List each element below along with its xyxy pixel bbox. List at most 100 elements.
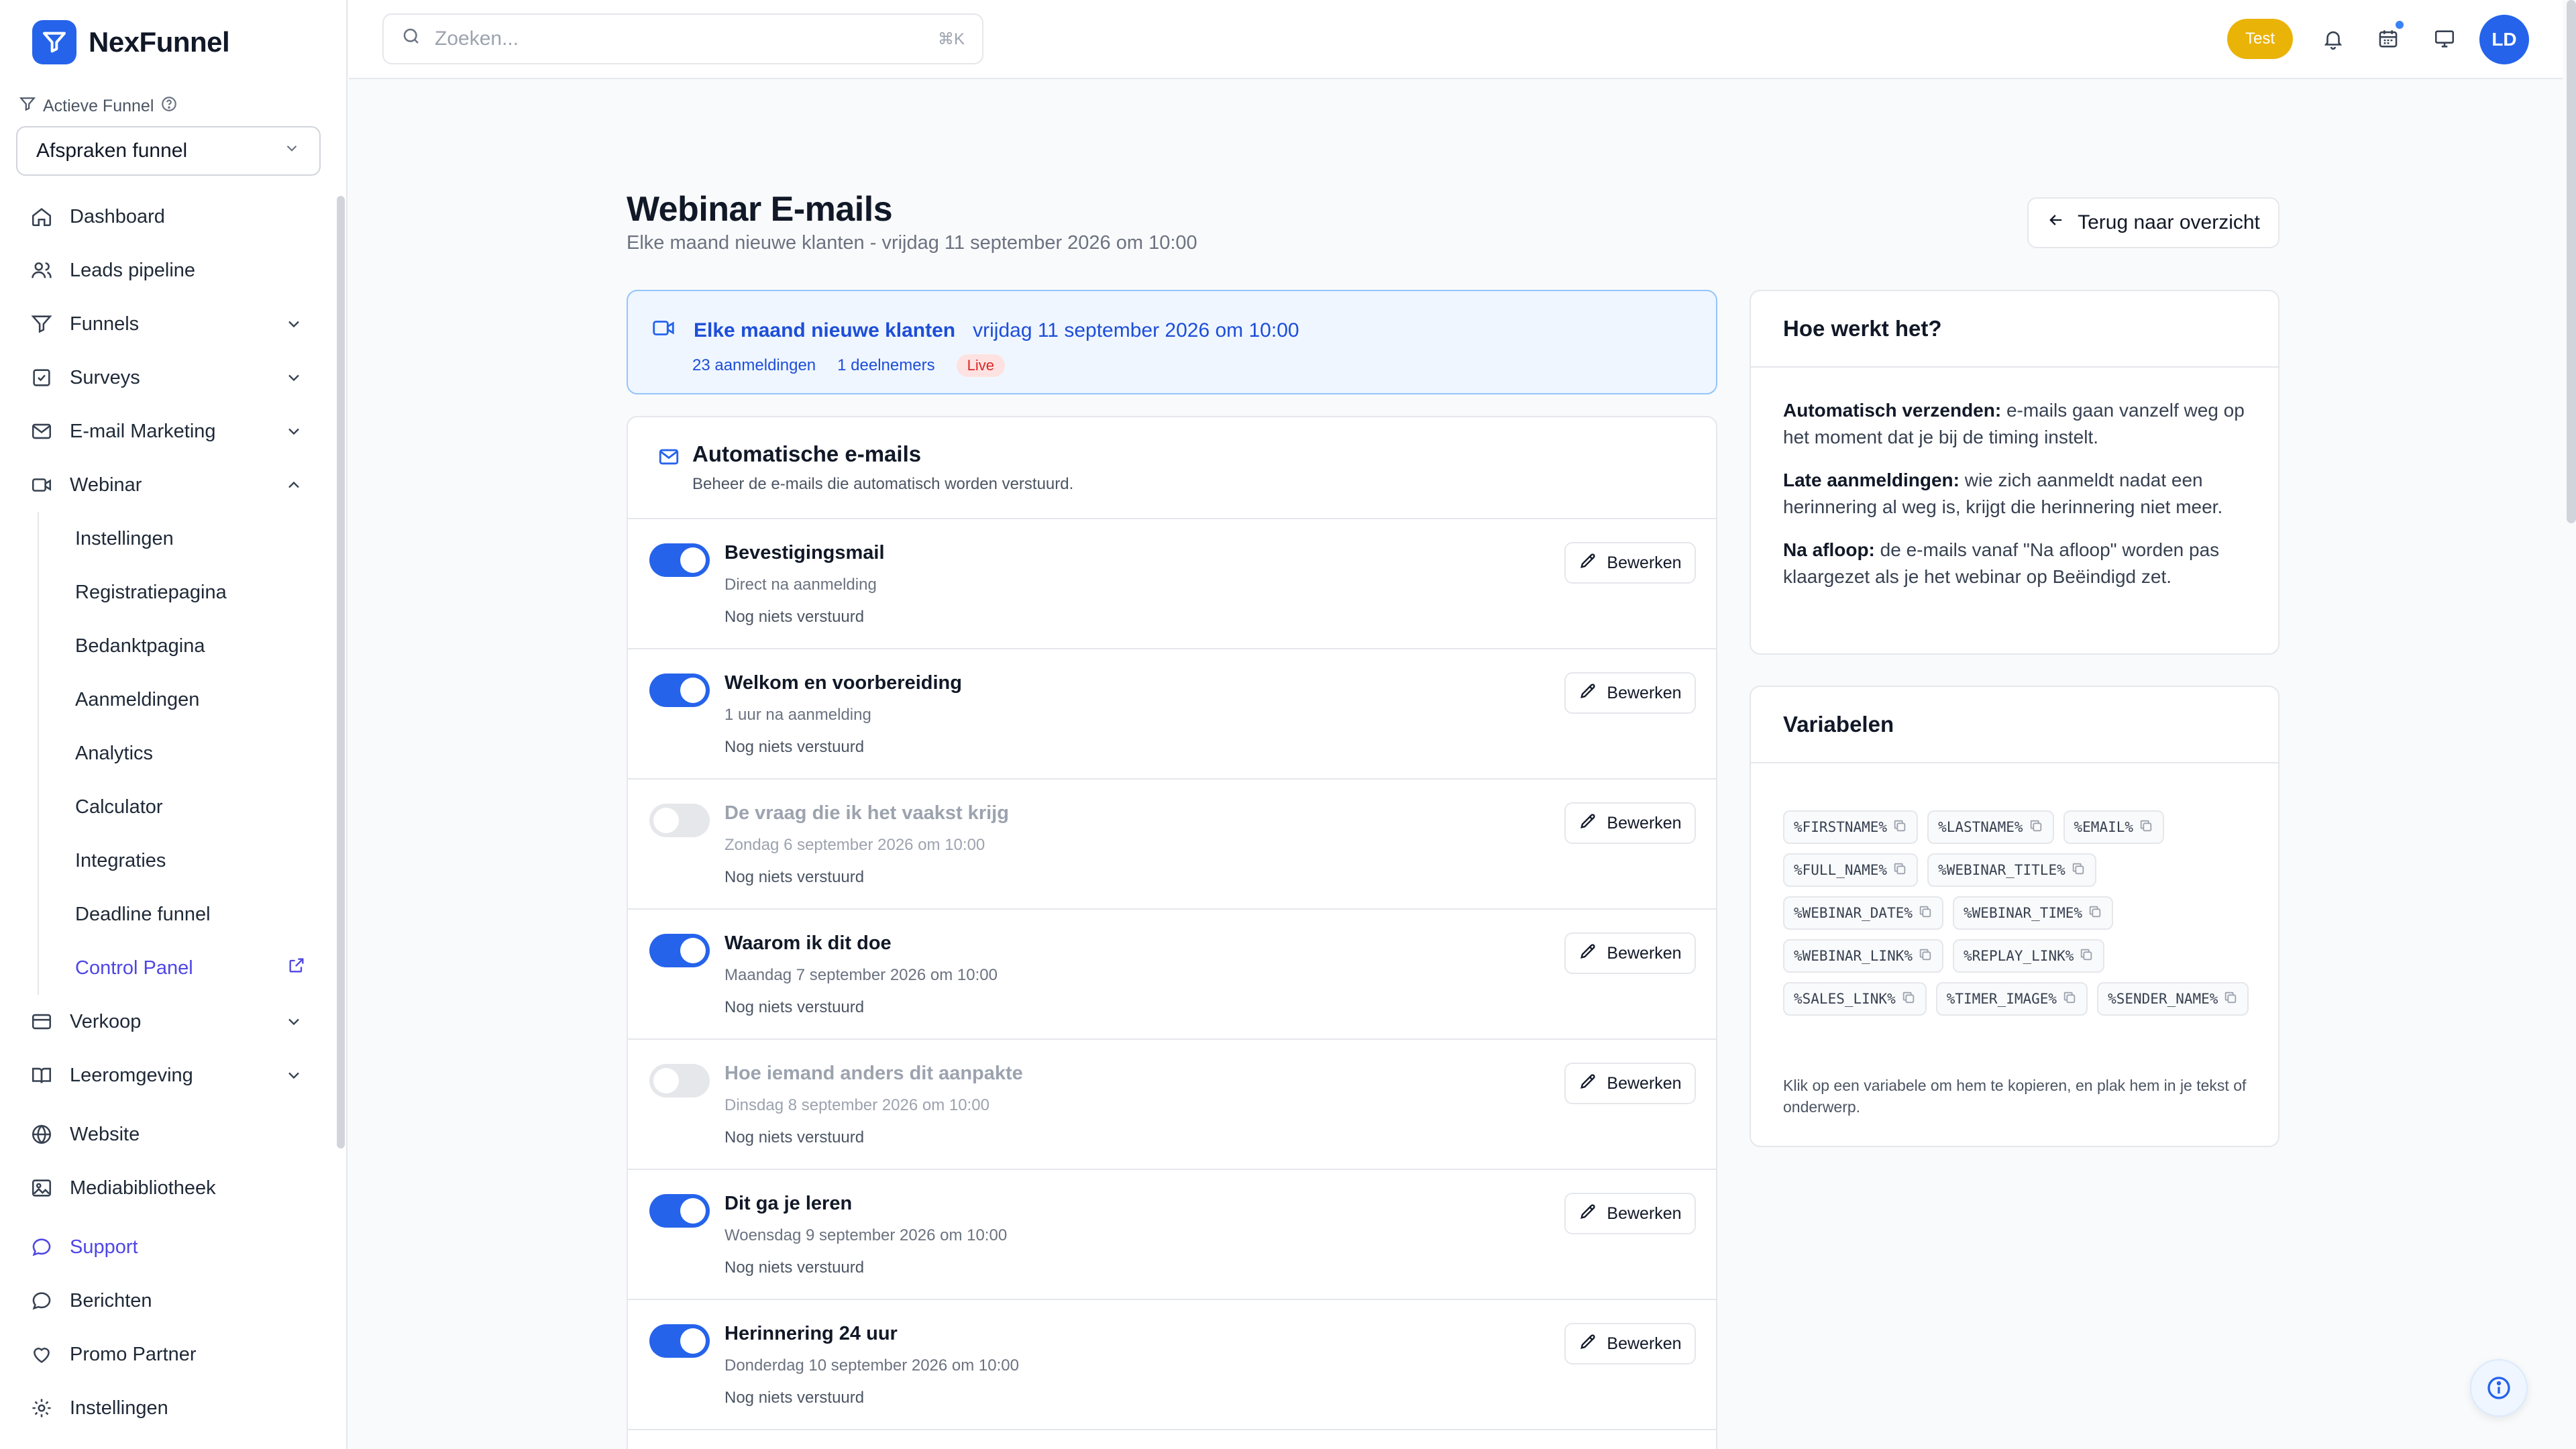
subnav-item-label: Registratiepagina bbox=[75, 581, 227, 603]
back-to-overview-button[interactable]: Terug naar overzicht bbox=[2027, 197, 2279, 248]
email-status: Nog niets verstuurd bbox=[724, 1128, 865, 1146]
edit-email-button[interactable]: Bewerken bbox=[1564, 932, 1696, 974]
variable-chip[interactable]: %LASTNAME% bbox=[1927, 810, 2054, 844]
test-mode-badge[interactable]: Test bbox=[2227, 19, 2293, 59]
variable-chip[interactable]: %REPLAY_LINK% bbox=[1953, 939, 2105, 973]
variable-name: %WEBINAR_LINK% bbox=[1794, 948, 1913, 964]
variable-name: %TIMER_IMAGE% bbox=[1946, 991, 2057, 1007]
sidebar-item-leads[interactable]: Leads pipeline bbox=[0, 244, 335, 297]
email-enabled-toggle[interactable] bbox=[649, 1324, 710, 1358]
subnav-item-aanmeldingen[interactable]: Aanmeldingen bbox=[39, 673, 335, 727]
sidebar-item-berichten[interactable]: Berichten bbox=[0, 1274, 335, 1328]
copy-icon bbox=[1892, 861, 1907, 879]
sidebar-item-webinar[interactable]: Webinar bbox=[0, 458, 335, 512]
sidebar-item-mediabibliotheek[interactable]: Mediabibliotheek bbox=[0, 1161, 335, 1215]
card-icon bbox=[30, 1010, 54, 1034]
edit-email-button[interactable]: Bewerken bbox=[1564, 672, 1696, 714]
bell-icon[interactable] bbox=[2318, 24, 2348, 54]
sidebar-item-verkoop[interactable]: Verkoop bbox=[0, 995, 335, 1049]
how-it-works-card: Hoe werkt het? Automatisch verzenden: e-… bbox=[1750, 290, 2279, 655]
variable-chip[interactable]: %SENDER_NAME% bbox=[2097, 982, 2249, 1016]
sidebar-scrollbar[interactable] bbox=[337, 196, 345, 1148]
search-shortcut: ⌘K bbox=[937, 30, 965, 48]
copy-icon bbox=[1892, 818, 1907, 837]
email-status: Nog niets verstuurd bbox=[724, 738, 865, 756]
page-subtitle: Elke maand nieuwe klanten - vrijdag 11 s… bbox=[627, 232, 1197, 254]
variable-chip[interactable]: %WEBINAR_TITLE% bbox=[1927, 853, 2096, 887]
variable-chip[interactable]: %TIMER_IMAGE% bbox=[1935, 982, 2088, 1016]
avatar[interactable]: LD bbox=[2479, 15, 2529, 64]
video-icon bbox=[651, 315, 676, 346]
edit-email-button[interactable]: Bewerken bbox=[1564, 802, 1696, 844]
email-title: Waarom ik dit doe bbox=[724, 932, 892, 954]
search-input[interactable]: Zoeken... ⌘K bbox=[382, 13, 983, 64]
email-enabled-toggle[interactable] bbox=[649, 674, 710, 707]
variable-chip[interactable]: %SALES_LINK% bbox=[1783, 982, 1927, 1016]
subnav-item-calculator[interactable]: Calculator bbox=[39, 780, 335, 834]
copy-icon bbox=[2139, 818, 2153, 837]
sidebar-item-instellingen[interactable]: Instellingen bbox=[0, 1381, 335, 1435]
copy-icon bbox=[2079, 947, 2094, 965]
sidebar-item-funnels[interactable]: Funnels bbox=[0, 297, 335, 351]
email-title: Dit ga je leren bbox=[724, 1193, 853, 1214]
logo[interactable]: NexFunnel bbox=[32, 20, 230, 64]
variable-chip[interactable]: %WEBINAR_DATE% bbox=[1783, 896, 1944, 930]
variable-name: %REPLAY_LINK% bbox=[1964, 948, 2074, 964]
email-enabled-toggle[interactable] bbox=[649, 1194, 710, 1228]
edit-email-button[interactable]: Bewerken bbox=[1564, 1193, 1696, 1234]
subnav-item-bedanktpagina[interactable]: Bedanktpagina bbox=[39, 619, 335, 673]
calendar-icon[interactable] bbox=[2373, 19, 2406, 54]
webinar-info-card: Elke maand nieuwe klanten vrijdag 11 sep… bbox=[627, 290, 1717, 394]
sidebar-item-surveys[interactable]: Surveys bbox=[0, 351, 335, 405]
variable-chip[interactable]: %WEBINAR_TIME% bbox=[1953, 896, 2114, 930]
subnav-item-control-panel[interactable]: Control Panel bbox=[39, 941, 335, 995]
funnel-select[interactable]: Afspraken funnel bbox=[16, 126, 321, 176]
help-icon[interactable] bbox=[160, 95, 178, 117]
edit-email-button[interactable]: Bewerken bbox=[1564, 1323, 1696, 1364]
variable-chip[interactable]: %EMAIL% bbox=[2063, 810, 2165, 844]
email-enabled-toggle[interactable] bbox=[649, 1064, 710, 1097]
email-row: Dit ga je leren Woensdag 9 september 202… bbox=[628, 1170, 1716, 1300]
email-title: De vraag die ik het vaakst krijg bbox=[724, 802, 1009, 824]
email-enabled-toggle[interactable] bbox=[649, 543, 710, 577]
email-timing: Dinsdag 8 september 2026 om 10:00 bbox=[724, 1096, 989, 1114]
email-status: Nog niets verstuurd bbox=[724, 1258, 865, 1277]
subnav-item-label: Bedanktpagina bbox=[75, 635, 205, 657]
page-title: Webinar E-mails bbox=[627, 190, 893, 229]
sidebar-item-website[interactable]: Website bbox=[0, 1108, 335, 1161]
edit-email-button[interactable]: Bewerken bbox=[1564, 1063, 1696, 1104]
edit-email-button[interactable]: Bewerken bbox=[1564, 542, 1696, 584]
globe-icon bbox=[30, 1122, 54, 1146]
sidebar-item-label: Dashboard bbox=[70, 205, 165, 227]
subnav-item-label: Calculator bbox=[75, 796, 163, 818]
email-status: Nog niets verstuurd bbox=[724, 608, 865, 626]
how-it-works-item: Na afloop: de e-mails vanaf "Na afloop" … bbox=[1783, 537, 2246, 590]
edit-button-label: Bewerken bbox=[1607, 1073, 1682, 1093]
sidebar-item-email-marketing[interactable]: E-mail Marketing bbox=[0, 405, 335, 458]
funnel-icon bbox=[19, 95, 36, 117]
email-title: Hoe iemand anders dit aanpakte bbox=[724, 1063, 1023, 1084]
subnav-item-analytics[interactable]: Analytics bbox=[39, 727, 335, 780]
subnav-item-integraties[interactable]: Integraties bbox=[39, 834, 335, 888]
variable-chip[interactable]: %FIRSTNAME% bbox=[1783, 810, 1919, 844]
page-scrollbar[interactable] bbox=[2567, 0, 2576, 523]
users-icon bbox=[30, 258, 54, 282]
subnav-item-label: Integraties bbox=[75, 849, 166, 871]
sidebar-item-label: Verkoop bbox=[70, 1010, 142, 1032]
variable-chip[interactable]: %WEBINAR_LINK% bbox=[1783, 939, 1944, 973]
sidebar-item-leeromgeving[interactable]: Leeromgeving bbox=[0, 1049, 335, 1102]
subnav-item-instellingen[interactable]: Instellingen bbox=[39, 512, 335, 566]
variable-chip[interactable]: %FULL_NAME% bbox=[1783, 853, 1919, 887]
info-icon[interactable] bbox=[2470, 1359, 2528, 1417]
subnav-item-registratiepagina[interactable]: Registratiepagina bbox=[39, 566, 335, 619]
email-enabled-toggle[interactable] bbox=[649, 934, 710, 967]
funnel-select-value: Afspraken funnel bbox=[36, 140, 188, 162]
email-enabled-toggle[interactable] bbox=[649, 804, 710, 837]
sidebar-item-dashboard[interactable]: Dashboard bbox=[0, 190, 335, 244]
email-timing: Maandag 7 september 2026 om 10:00 bbox=[724, 966, 998, 984]
sidebar-item-promo-partner[interactable]: Promo Partner bbox=[0, 1328, 335, 1381]
sidebar-item-support[interactable]: Support bbox=[0, 1220, 335, 1274]
monitor-icon[interactable] bbox=[2430, 24, 2459, 54]
subnav-item-deadline-funnel[interactable]: Deadline funnel bbox=[39, 888, 335, 941]
webinar-info-header: Elke maand nieuwe klanten vrijdag 11 sep… bbox=[651, 315, 1299, 346]
